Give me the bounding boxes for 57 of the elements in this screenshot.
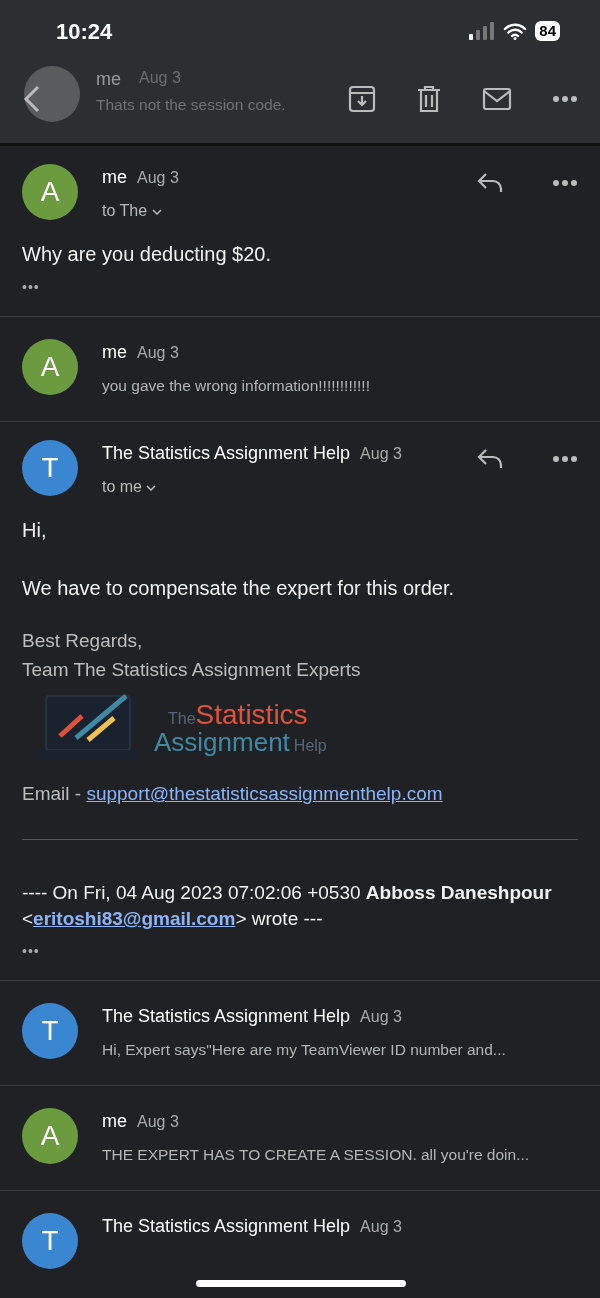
- recipient-dropdown[interactable]: to The: [102, 199, 452, 223]
- more-icon[interactable]: [552, 95, 578, 103]
- more-icon[interactable]: [552, 455, 578, 464]
- clock: 10:24: [56, 17, 113, 46]
- avatar-circle: [24, 66, 80, 122]
- logo-text: Assignment: [154, 727, 290, 758]
- message-snippet: Hi, Expert says"Here are my TeamViewer ID number and...: [102, 1039, 507, 1060]
- logo-text: The: [168, 709, 196, 727]
- reply-icon[interactable]: [476, 172, 504, 194]
- message-snippet: Thats not the session code.: [96, 95, 286, 115]
- more-icon[interactable]: [552, 179, 578, 187]
- sender-name: me: [102, 1110, 127, 1134]
- logo-text: Statistics: [195, 698, 308, 730]
- avatar-circle: A: [22, 1108, 78, 1165]
- body-text: Hi,: [22, 518, 48, 544]
- body-text: We have to compensate the expert for this order.: [22, 576, 456, 602]
- body-text: Why are you deducting $20.: [22, 242, 273, 267]
- trash-icon[interactable]: [416, 85, 442, 113]
- message-date: Aug 3: [360, 444, 402, 465]
- message-date: Aug 3: [360, 1006, 402, 1027]
- sender-name: me: [102, 166, 127, 189]
- message-date: Aug 3: [139, 68, 181, 88]
- email-link[interactable]: eritoshi83@gmail.com: [33, 908, 236, 930]
- wifi-icon: [503, 22, 528, 40]
- quoted-header: ---- On Fri, 04 Aug 2023 07:02:06 +0530 Abboss Daneshpour <eritoshi83@gmail.com> wrote ---: [22, 880, 553, 932]
- message-date: Aug 3: [137, 168, 179, 188]
- expand-dots[interactable]: •••: [22, 277, 578, 298]
- sender-name: The Statistics Assignment Help: [102, 1004, 351, 1028]
- email-line: Email - support@thestatisticsassignmenthelp.com: [22, 782, 444, 807]
- email-link[interactable]: support@thestatisticsassignmenthelp.com: [86, 783, 443, 805]
- battery-level: 84: [535, 21, 560, 41]
- caret-icon: [146, 485, 157, 491]
- message-snippet: THE EXPERT HAS TO CREATE A SESSION. all you're doin...: [102, 1145, 531, 1166]
- signature-line: Best Regards,: [22, 629, 144, 654]
- logo-text: Help: [293, 737, 327, 755]
- avatar-circle: A: [22, 339, 78, 395]
- caret-icon: [151, 208, 162, 215]
- signal-icon: [469, 22, 496, 40]
- reply-icon[interactable]: [476, 448, 504, 471]
- recipient-dropdown[interactable]: to me: [102, 475, 452, 500]
- back-icon[interactable]: [22, 84, 42, 114]
- archive-icon[interactable]: [348, 85, 376, 113]
- sender-name: me: [96, 68, 121, 91]
- mail-icon[interactable]: [482, 87, 512, 111]
- message-snippet: you gave the wrong information!!!!!!!!!!!!: [102, 376, 371, 396]
- sender-name: me: [102, 341, 127, 364]
- signature-line: Team The Statistics Assignment Experts: [22, 657, 362, 682]
- avatar-circle: T: [22, 1213, 78, 1270]
- avatar-circle: T: [22, 440, 78, 497]
- message-date: Aug 3: [137, 1112, 179, 1133]
- sender-name: The Statistics Assignment Help: [102, 442, 351, 466]
- sender-name: The Statistics Assignment Help: [102, 1215, 351, 1239]
- avatar-circle: T: [22, 1002, 78, 1059]
- message-date: Aug 3: [137, 343, 179, 363]
- message-date: Aug 3: [360, 1217, 402, 1238]
- avatar-circle: A: [22, 164, 78, 220]
- expand-dots[interactable]: •••: [22, 940, 578, 962]
